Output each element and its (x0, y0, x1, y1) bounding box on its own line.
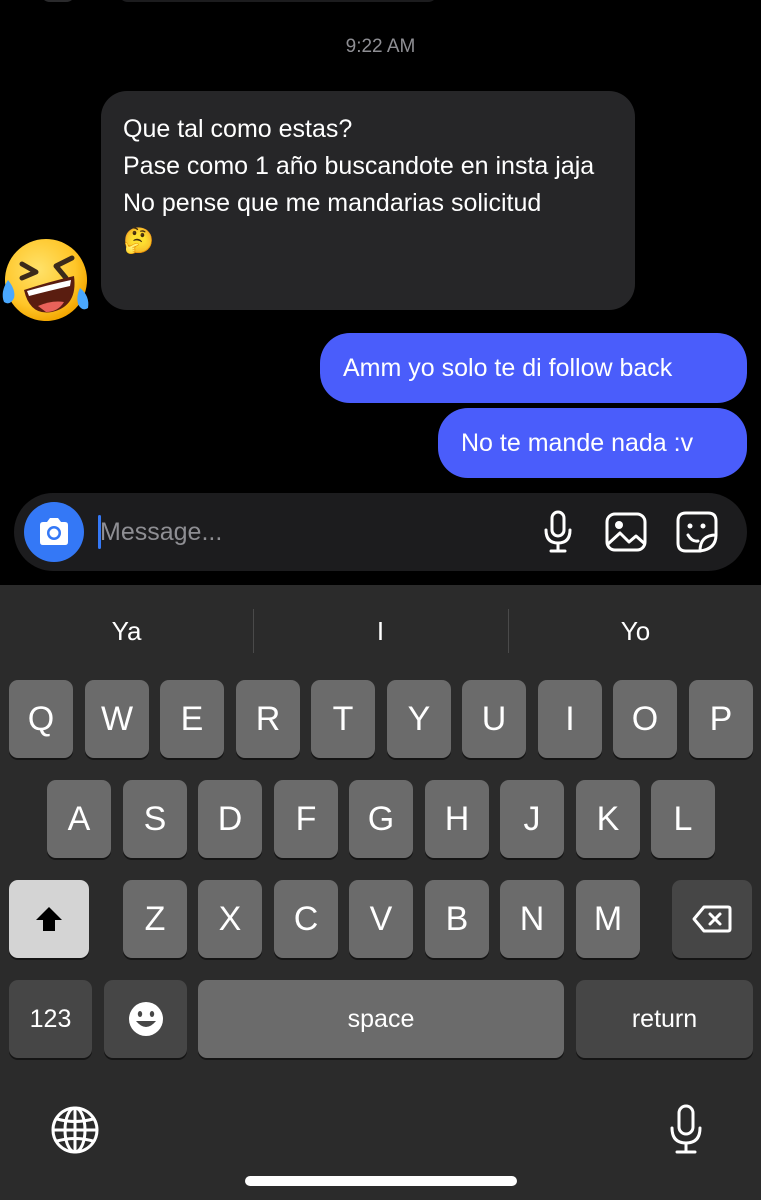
home-indicator[interactable] (245, 1176, 517, 1186)
suggestion-2[interactable]: I (254, 607, 507, 655)
outgoing-message-bubble[interactable]: Amm yo solo te di follow back (320, 333, 747, 403)
key-c[interactable]: C (274, 880, 338, 958)
predictive-text-bar: Ya I Yo (0, 607, 761, 655)
shift-key[interactable] (9, 880, 89, 958)
key-n[interactable]: N (500, 880, 564, 958)
outgoing-message-bubble[interactable]: No te mande nada :v (438, 408, 747, 478)
key-l[interactable]: L (651, 780, 715, 858)
key-k[interactable]: K (576, 780, 640, 858)
message-input[interactable] (100, 507, 500, 557)
key-e[interactable]: E (160, 680, 224, 758)
emoji-key[interactable] (104, 980, 187, 1058)
camera-icon (40, 518, 68, 545)
key-v[interactable]: V (349, 880, 413, 958)
key-s[interactable]: S (123, 780, 187, 858)
microphone-icon (544, 510, 572, 553)
message-timestamp: 9:22 AM (345, 36, 416, 57)
sticker-button[interactable] (675, 510, 719, 554)
sticker-icon (676, 511, 718, 553)
key-f[interactable]: F (274, 780, 338, 858)
laughing-tears-emoji (2, 239, 89, 321)
space-key[interactable]: space (198, 980, 564, 1058)
key-j[interactable]: J (500, 780, 564, 858)
key-x[interactable]: X (198, 880, 262, 958)
key-a[interactable]: A (47, 780, 111, 858)
key-d[interactable]: D (198, 780, 262, 858)
incoming-message-line: No pense que me mandarias solicitud (123, 189, 542, 217)
top-clipped-element (40, 0, 76, 2)
key-p[interactable]: P (689, 680, 753, 758)
dictation-button[interactable] (659, 1103, 713, 1157)
thinking-face-emoji: 🤔 (123, 226, 155, 255)
camera-button[interactable] (24, 502, 84, 562)
suggestion-1[interactable]: Ya (0, 607, 253, 655)
emoji-icon (128, 1002, 163, 1036)
key-y[interactable]: Y (387, 680, 451, 758)
key-q[interactable]: Q (9, 680, 73, 758)
message-composer (14, 493, 747, 571)
key-b[interactable]: B (425, 880, 489, 958)
globe-button[interactable] (48, 1103, 102, 1157)
incoming-message-line: Que tal como estas? (123, 115, 353, 143)
key-t[interactable]: T (311, 680, 375, 758)
key-u[interactable]: U (462, 680, 526, 758)
key-i[interactable]: I (538, 680, 602, 758)
key-g[interactable]: G (349, 780, 413, 858)
key-h[interactable]: H (425, 780, 489, 858)
return-key[interactable]: return (576, 980, 753, 1058)
key-o[interactable]: O (613, 680, 677, 758)
shift-arrow-icon (36, 907, 62, 931)
microphone-icon (670, 1104, 702, 1154)
key-w[interactable]: W (85, 680, 149, 758)
incoming-message-line: Pase como 1 año buscandote en insta jaja (123, 152, 595, 180)
globe-icon (51, 1106, 99, 1154)
incoming-message-bubble[interactable]: Que tal como estas? Pase como 1 año busc… (101, 91, 635, 310)
numbers-key[interactable]: 123 (9, 980, 92, 1058)
top-clipped-bar (118, 0, 438, 2)
suggestion-3[interactable]: Yo (509, 607, 761, 655)
key-r[interactable]: R (236, 680, 300, 758)
keyboard: Ya I Yo Q W E R T Y U I O P A S D F G H … (0, 585, 761, 1200)
microphone-button[interactable] (536, 510, 580, 554)
key-z[interactable]: Z (123, 880, 187, 958)
key-m[interactable]: M (576, 880, 640, 958)
delete-key[interactable] (672, 880, 752, 958)
backspace-icon (692, 905, 732, 933)
gallery-icon (605, 512, 647, 552)
gallery-button[interactable] (604, 510, 648, 554)
